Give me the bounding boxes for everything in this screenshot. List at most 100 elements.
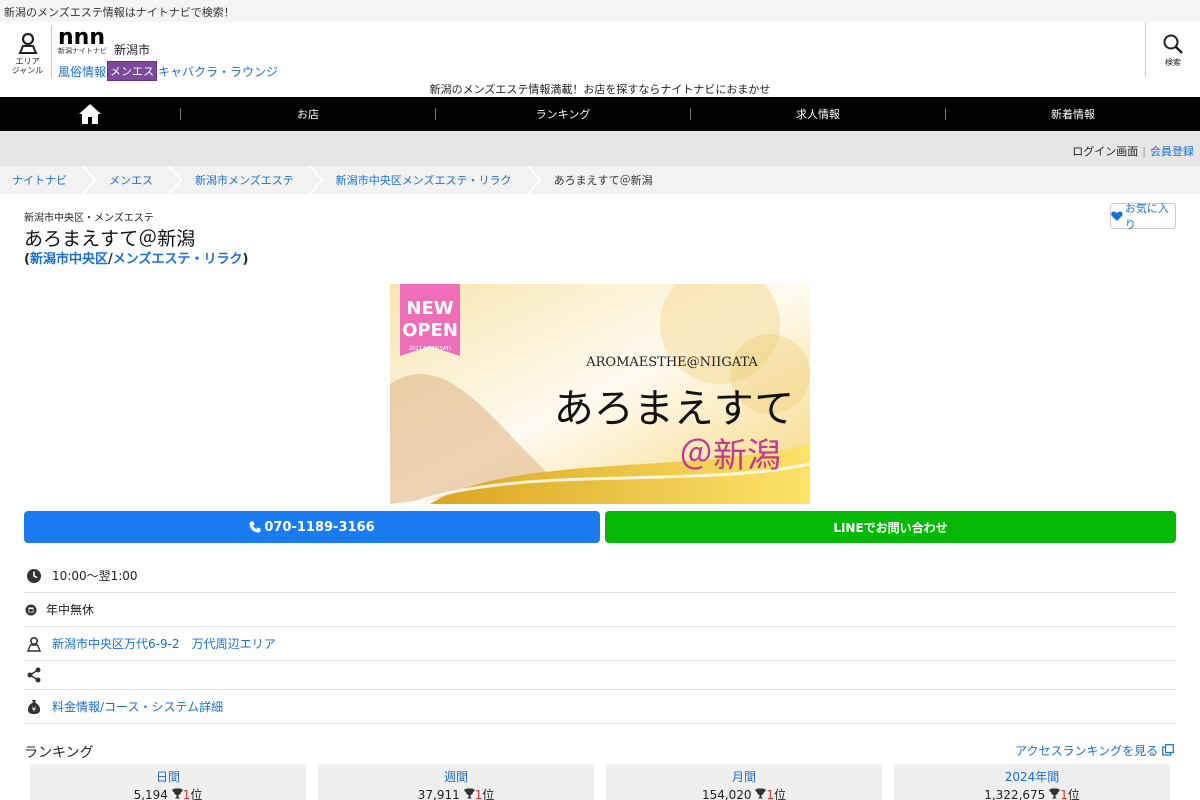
- rank-suffix: 位: [190, 788, 203, 800]
- menes-badge[interactable]: メンエス: [107, 61, 158, 81]
- ranking-box-monthly[interactable]: 月間 154,020 1位: [606, 764, 882, 800]
- ranking-value: 154,020 1位: [606, 786, 882, 800]
- ranking-link[interactable]: アクセスランキングを見る: [1015, 742, 1174, 759]
- cabaret-link[interactable]: キャバクラ・ラウンジ: [158, 63, 278, 80]
- area-link[interactable]: 新潟市中央区: [30, 252, 108, 267]
- breadcrumb-chevron-icon: [309, 166, 324, 194]
- share-row: [24, 661, 1176, 690]
- call-button[interactable]: 070-1189-3166: [24, 511, 600, 543]
- location-icon: [24, 634, 44, 654]
- shop-category: 新潟市中央区・メンズエステ: [24, 213, 154, 224]
- map-pin-icon: [17, 32, 38, 54]
- ranking-value: 37,911 1位: [318, 786, 594, 800]
- money-bag-icon: ¥: [24, 697, 44, 717]
- area-label: エリア: [15, 57, 40, 66]
- ranking-value: 5,194 1位: [30, 786, 306, 800]
- region-label: 新潟市: [114, 43, 151, 57]
- ranking-period: 日間: [155, 770, 180, 784]
- logo-subtitle: 新潟ナイトナビ: [58, 47, 107, 55]
- nav-item-shops[interactable]: お店: [181, 97, 435, 131]
- breadcrumb-item[interactable]: 新潟市中央区メンズエステ・リラク: [324, 166, 528, 194]
- ranking-link-label: アクセスランキングを見る: [1015, 744, 1159, 758]
- login-link[interactable]: ログイン画面: [1072, 145, 1138, 158]
- line-contact-button[interactable]: LINEでお問い合わせ: [605, 511, 1176, 543]
- hours-row: 10:00〜翌1:00: [24, 559, 1176, 593]
- access-count: 1,322,675: [984, 788, 1046, 800]
- line-contact-label: LINEでお問い合わせ: [833, 520, 948, 535]
- banner-english-title: AROMAESTHE@NIIGATA: [585, 355, 758, 370]
- breadcrumb-item[interactable]: ナイトナビ: [0, 166, 83, 194]
- banner-japanese-sub: ＠新潟: [679, 436, 781, 476]
- shop-area-genre: (新潟市中央区/メンズエステ・リラク): [24, 248, 248, 267]
- address-link[interactable]: 新潟市中央区万代6-9-2 万代周辺エリア: [52, 635, 276, 652]
- search-label: 検索: [1165, 58, 1181, 67]
- ranking-box-daily[interactable]: 日間 5,194 1位: [30, 764, 306, 800]
- price-link[interactable]: 料金情報/コース・システム詳細: [52, 698, 223, 715]
- banner-japanese-title: あろまえすて: [554, 386, 794, 432]
- nav-item-ranking[interactable]: ランキング: [436, 97, 690, 131]
- search-button[interactable]: 検索: [1145, 22, 1200, 76]
- rank-suffix: 位: [482, 788, 495, 800]
- rank-number: 1: [766, 788, 775, 800]
- area-genre-button[interactable]: エリア ジャンル: [4, 26, 52, 78]
- access-count: 37,911: [417, 788, 460, 800]
- access-count: 5,194: [133, 788, 168, 800]
- banner-date-text: 2021.04.03(SAT): [409, 346, 451, 352]
- breadcrumb-item[interactable]: 新潟市メンズエステ: [183, 166, 310, 194]
- nav-item-jobs[interactable]: 求人情報: [691, 97, 945, 131]
- price-row: ¥ 料金情報/コース・システム詳細: [24, 690, 1176, 724]
- trophy-icon: [463, 788, 475, 799]
- strip-divider: |: [1142, 145, 1146, 158]
- home-button[interactable]: [0, 97, 180, 131]
- site-tagline: 新潟のメンズエステ情報満載！お店を探すならナイトナビにおまかせ: [429, 83, 771, 96]
- ranking-box-yearly[interactable]: 2024年間 1,322,675 1位: [894, 764, 1170, 800]
- ranking-value: 1,322,675 1位: [894, 786, 1170, 800]
- ranking-period: 2024年間: [1004, 770, 1060, 784]
- breadcrumb-chevron-icon: [83, 166, 97, 194]
- ranking-period: 月間: [731, 770, 756, 784]
- heart-icon: [1111, 211, 1123, 222]
- breadcrumb-chevron-icon: [169, 166, 183, 194]
- rank-suffix: 位: [1067, 788, 1080, 800]
- ranking-title: ランキング: [24, 745, 94, 761]
- nav-item-news[interactable]: 新着情報: [946, 97, 1200, 131]
- genre-link[interactable]: メンズエステ・リラク: [113, 252, 243, 267]
- rank-suffix: 位: [774, 788, 787, 800]
- calendar-icon: [24, 600, 38, 620]
- top-info-text: 新潟のメンズエステ情報はナイトナビで検索！: [4, 6, 235, 19]
- breadcrumb-item[interactable]: メンエス: [97, 166, 169, 194]
- breadcrumb-chevron-icon: [527, 166, 541, 194]
- paren-close: ): [242, 252, 249, 267]
- share-icon[interactable]: [24, 665, 44, 685]
- trophy-icon: [1049, 788, 1060, 799]
- ranking-period: 週間: [443, 770, 468, 784]
- business-hours: 10:00〜翌1:00: [52, 569, 138, 583]
- genre-links: 風俗情報 メンエス キャバクラ・ラウンジ: [58, 61, 278, 81]
- phone-icon: [249, 521, 261, 533]
- shop-banner-image: NEW OPEN 2021.04.03(SAT) AROMAESTHE@NIIG…: [390, 284, 810, 504]
- trophy-icon: [172, 788, 183, 799]
- address-row: 新潟市中央区万代6-9-2 万代周辺エリア: [24, 627, 1176, 661]
- home-icon: [79, 104, 101, 124]
- main-nav: お店 ランキング 求人情報 新着情報: [0, 97, 1200, 131]
- favorite-button[interactable]: お気に入り: [1110, 202, 1176, 231]
- register-link[interactable]: 会員登録: [1150, 145, 1194, 158]
- breadcrumb-current: あろまえすて＠新潟: [553, 174, 653, 187]
- fuzoku-link[interactable]: 風俗情報: [58, 63, 106, 80]
- holiday-row: 年中無休: [24, 593, 1176, 627]
- account-strip: ログイン画面 | 会員登録: [0, 131, 1200, 166]
- access-count: 154,020: [701, 788, 752, 800]
- shop-name: あろまえすて＠新潟: [24, 228, 196, 250]
- banner-open-text: OPEN: [402, 320, 458, 341]
- top-info-bar: 新潟のメンズエステ情報はナイトナビで検索！: [0, 0, 1200, 22]
- search-icon: [1163, 34, 1183, 54]
- favorite-label: お気に入り: [1124, 202, 1169, 231]
- svg-text:¥: ¥: [32, 705, 37, 713]
- site-header: エリア ジャンル nnn 新潟ナイトナビ 新潟市 風俗情報 メンエス キャバクラ…: [0, 22, 1200, 97]
- clock-icon: [24, 566, 44, 586]
- ranking-box-weekly[interactable]: 週間 37,911 1位: [318, 764, 594, 800]
- trophy-icon: [755, 788, 767, 799]
- external-link-icon: [1162, 744, 1174, 756]
- breadcrumb: ナイトナビ メンエス 新潟市メンズエステ 新潟市中央区メンズエステ・リラク あろ…: [0, 166, 1200, 194]
- phone-number: 070-1189-3166: [264, 519, 375, 535]
